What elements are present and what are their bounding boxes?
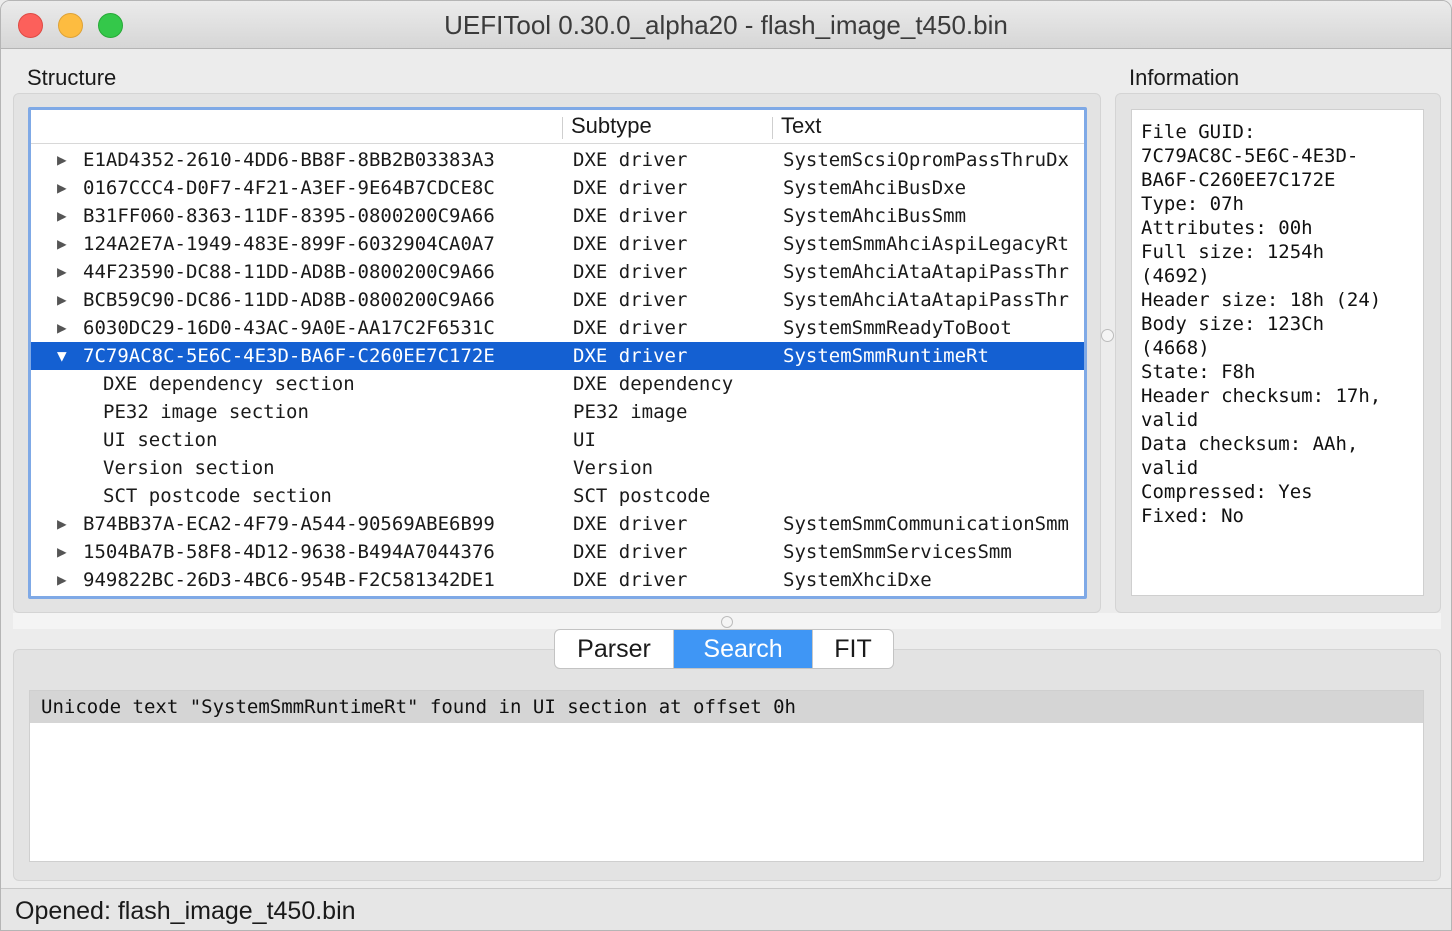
tree-row-name: 949822BC-26D3-4BC6-954B-F2C581342DE1 xyxy=(83,569,495,591)
tree-row-subtype: DXE driver xyxy=(573,289,688,311)
tree-row-text: SystemSmmRuntimeRt xyxy=(783,345,989,367)
tree-row-name: E1AD4352-2610-4DD6-BB8F-8BB2B03383A3 xyxy=(83,149,495,171)
collapsed-arrow-icon[interactable]: ▶ xyxy=(57,202,73,230)
collapsed-arrow-icon[interactable]: ▶ xyxy=(57,566,73,594)
tree-row-name: B74BB37A-ECA2-4F79-A544-90569ABE6B99 xyxy=(83,513,495,535)
tree-row-subtype: DXE driver xyxy=(573,149,688,171)
tree-row-subtype: DXE driver xyxy=(573,177,688,199)
tree-row-subtype: SCT postcode xyxy=(573,485,711,507)
tree-row-text: SystemSmmReadyToBoot xyxy=(783,317,1012,339)
column-separator[interactable] xyxy=(562,117,563,139)
tree-row-text: SystemSmmCommunicationSmm xyxy=(783,513,1069,535)
column-separator[interactable] xyxy=(772,117,773,139)
tree-row-subtype: DXE driver xyxy=(573,513,688,535)
expanded-arrow-icon[interactable]: ▼ xyxy=(57,342,73,370)
tree-row-name: Version section xyxy=(103,457,275,479)
tree-row[interactable]: ▶ 1504BA7B-58F8-4D12-9638-B494A7044376 DXE… xyxy=(31,538,1084,566)
tree-row[interactable]: ▶ E1AD4352-2610-4DD6-BB8F-8BB2B03383A3 DXE… xyxy=(31,146,1084,174)
structure-tree[interactable]: Subtype Text ▶ E1AD4352-2610-4DD6-BB8F-8B… xyxy=(28,107,1087,599)
structure-label: Structure xyxy=(27,65,117,90)
tree-row[interactable]: SCT postcode section SCT postcode xyxy=(31,482,1084,510)
tree-row-name: 44F23590-DC88-11DD-AD8B-0800200C9A66 xyxy=(83,261,495,283)
tree-row-subtype: PE32 image xyxy=(573,401,688,423)
tree-row[interactable]: ▶ 0167CCC4-D0F7-4F21-A3EF-9E64B7CDCE8C DXE… xyxy=(31,174,1084,202)
tree-row-name: SCT postcode section xyxy=(103,485,332,507)
collapsed-arrow-icon[interactable]: ▶ xyxy=(57,314,73,342)
tree-row[interactable]: ▶ 949822BC-26D3-4BC6-954B-F2C581342DE1 DXE… xyxy=(31,566,1084,594)
tree-row[interactable]: ▶ B74BB37A-ECA2-4F79-A544-90569ABE6B99 DXE… xyxy=(31,510,1084,538)
tree-row-name: B31FF060-8363-11DF-8395-0800200C9A66 xyxy=(83,205,495,227)
tree-row[interactable]: ▶ 44F23590-DC88-11DD-AD8B-0800200C9A66 DXE… xyxy=(31,258,1084,286)
tree-row-subtype: UI xyxy=(573,429,596,451)
tab-search[interactable]: Search xyxy=(674,630,813,668)
tree-row[interactable]: UI section UI xyxy=(31,426,1084,454)
tree-row-name: UI section xyxy=(103,429,218,451)
column-header-text[interactable]: Text xyxy=(781,113,821,139)
tree-row[interactable]: ▶ B31FF060-8363-11DF-8395-0800200C9A66 DXE… xyxy=(31,202,1084,230)
tree-row-name: 7C79AC8C-5E6C-4E3D-BA6F-C260EE7C172E xyxy=(83,345,495,367)
tree-row[interactable]: ▼ 7C79AC8C-5E6C-4E3D-BA6F-C260EE7C172E DXE… xyxy=(31,342,1084,370)
tree-row-subtype: DXE driver xyxy=(573,317,688,339)
tab-bar: Parser Search FIT xyxy=(554,629,894,669)
collapsed-arrow-icon[interactable]: ▶ xyxy=(57,146,73,174)
tree-row-name: PE32 image section xyxy=(103,401,309,423)
tree-row-text: SystemAhciAtaAtapiPassThr xyxy=(783,261,1069,283)
tab-fit[interactable]: FIT xyxy=(813,630,893,668)
tree-header: Subtype Text xyxy=(31,110,1084,144)
vertical-splitter-handle[interactable] xyxy=(1101,329,1114,342)
tree-row-subtype: DXE driver xyxy=(573,569,688,591)
tree-row[interactable]: ▶ 124A2E7A-1949-483E-899F-6032904CA0A7 DXE… xyxy=(31,230,1084,258)
horizontal-splitter-handle[interactable] xyxy=(721,616,733,628)
tree-row-text: SystemSmmServicesSmm xyxy=(783,541,1012,563)
tree-row-text: SystemSmmAhciAspiLegacyRt xyxy=(783,233,1069,255)
collapsed-arrow-icon[interactable]: ▶ xyxy=(57,230,73,258)
tree-row[interactable]: ▶ BCB59C90-DC86-11DD-AD8B-0800200C9A66 DXE… xyxy=(31,286,1084,314)
collapsed-arrow-icon[interactable]: ▶ xyxy=(57,510,73,538)
information-label: Information xyxy=(1129,65,1240,90)
tree-row-subtype: DXE driver xyxy=(573,205,688,227)
collapsed-arrow-icon[interactable]: ▶ xyxy=(57,538,73,566)
tree-row-text: SystemXhciDxe xyxy=(783,569,932,591)
tree-row[interactable]: ▶ 6030DC29-16D0-43AC-9A0E-AA17C2F6531C DXE… xyxy=(31,314,1084,342)
tree-row-subtype: DXE dependency xyxy=(573,373,734,395)
tree-row-text: SystemAhciAtaAtapiPassThr xyxy=(783,289,1069,311)
tree-row-subtype: DXE driver xyxy=(573,233,688,255)
tab-parser[interactable]: Parser xyxy=(555,630,674,668)
column-header-subtype[interactable]: Subtype xyxy=(571,113,652,139)
collapsed-arrow-icon[interactable]: ▶ xyxy=(57,258,73,286)
app-window: UEFITool 0.30.0_alpha20 - flash_image_t4… xyxy=(0,0,1452,931)
tree-row-name: 0167CCC4-D0F7-4F21-A3EF-9E64B7CDCE8C xyxy=(83,177,495,199)
tree-row-text: SystemAhciBusDxe xyxy=(783,177,967,199)
status-bar: Opened: flash_image_t450.bin xyxy=(1,888,1451,930)
status-text: Opened: flash_image_t450.bin xyxy=(15,897,356,925)
tree-row-name: DXE dependency section xyxy=(103,373,355,395)
tree-row-subtype: DXE driver xyxy=(573,261,688,283)
search-messages-list[interactable]: Unicode text "SystemSmmRuntimeRt" found … xyxy=(29,690,1424,862)
collapsed-arrow-icon[interactable]: ▶ xyxy=(57,174,73,202)
tree-row-name: 6030DC29-16D0-43AC-9A0E-AA17C2F6531C xyxy=(83,317,495,339)
tree-row-name: 124A2E7A-1949-483E-899F-6032904CA0A7 xyxy=(83,233,495,255)
tree-row-text: SystemAhciBusSmm xyxy=(783,205,967,227)
tree-row-name: BCB59C90-DC86-11DD-AD8B-0800200C9A66 xyxy=(83,289,495,311)
collapsed-arrow-icon[interactable]: ▶ xyxy=(57,286,73,314)
information-text[interactable]: File GUID: 7C79AC8C-5E6C-4E3D- BA6F-C260… xyxy=(1131,109,1424,596)
tree-row-name: 1504BA7B-58F8-4D12-9638-B494A7044376 xyxy=(83,541,495,563)
tree-row[interactable]: DXE dependency section DXE dependency xyxy=(31,370,1084,398)
window-title: UEFITool 0.30.0_alpha20 - flash_image_t4… xyxy=(444,10,1008,40)
tree-row[interactable]: PE32 image section PE32 image xyxy=(31,398,1084,426)
tree-row[interactable]: Version section Version xyxy=(31,454,1084,482)
search-result-message[interactable]: Unicode text "SystemSmmRuntimeRt" found … xyxy=(30,691,1423,723)
tree-rows: ▶ E1AD4352-2610-4DD6-BB8F-8BB2B03383A3 DXE… xyxy=(31,146,1084,594)
tree-row-subtype: DXE driver xyxy=(573,345,688,367)
title-bar[interactable]: UEFITool 0.30.0_alpha20 - flash_image_t4… xyxy=(1,1,1451,49)
tree-row-subtype: Version xyxy=(573,457,654,479)
tree-row-text: SystemScsiOpromPassThruDx xyxy=(783,149,1069,171)
tree-row-subtype: DXE driver xyxy=(573,541,688,563)
